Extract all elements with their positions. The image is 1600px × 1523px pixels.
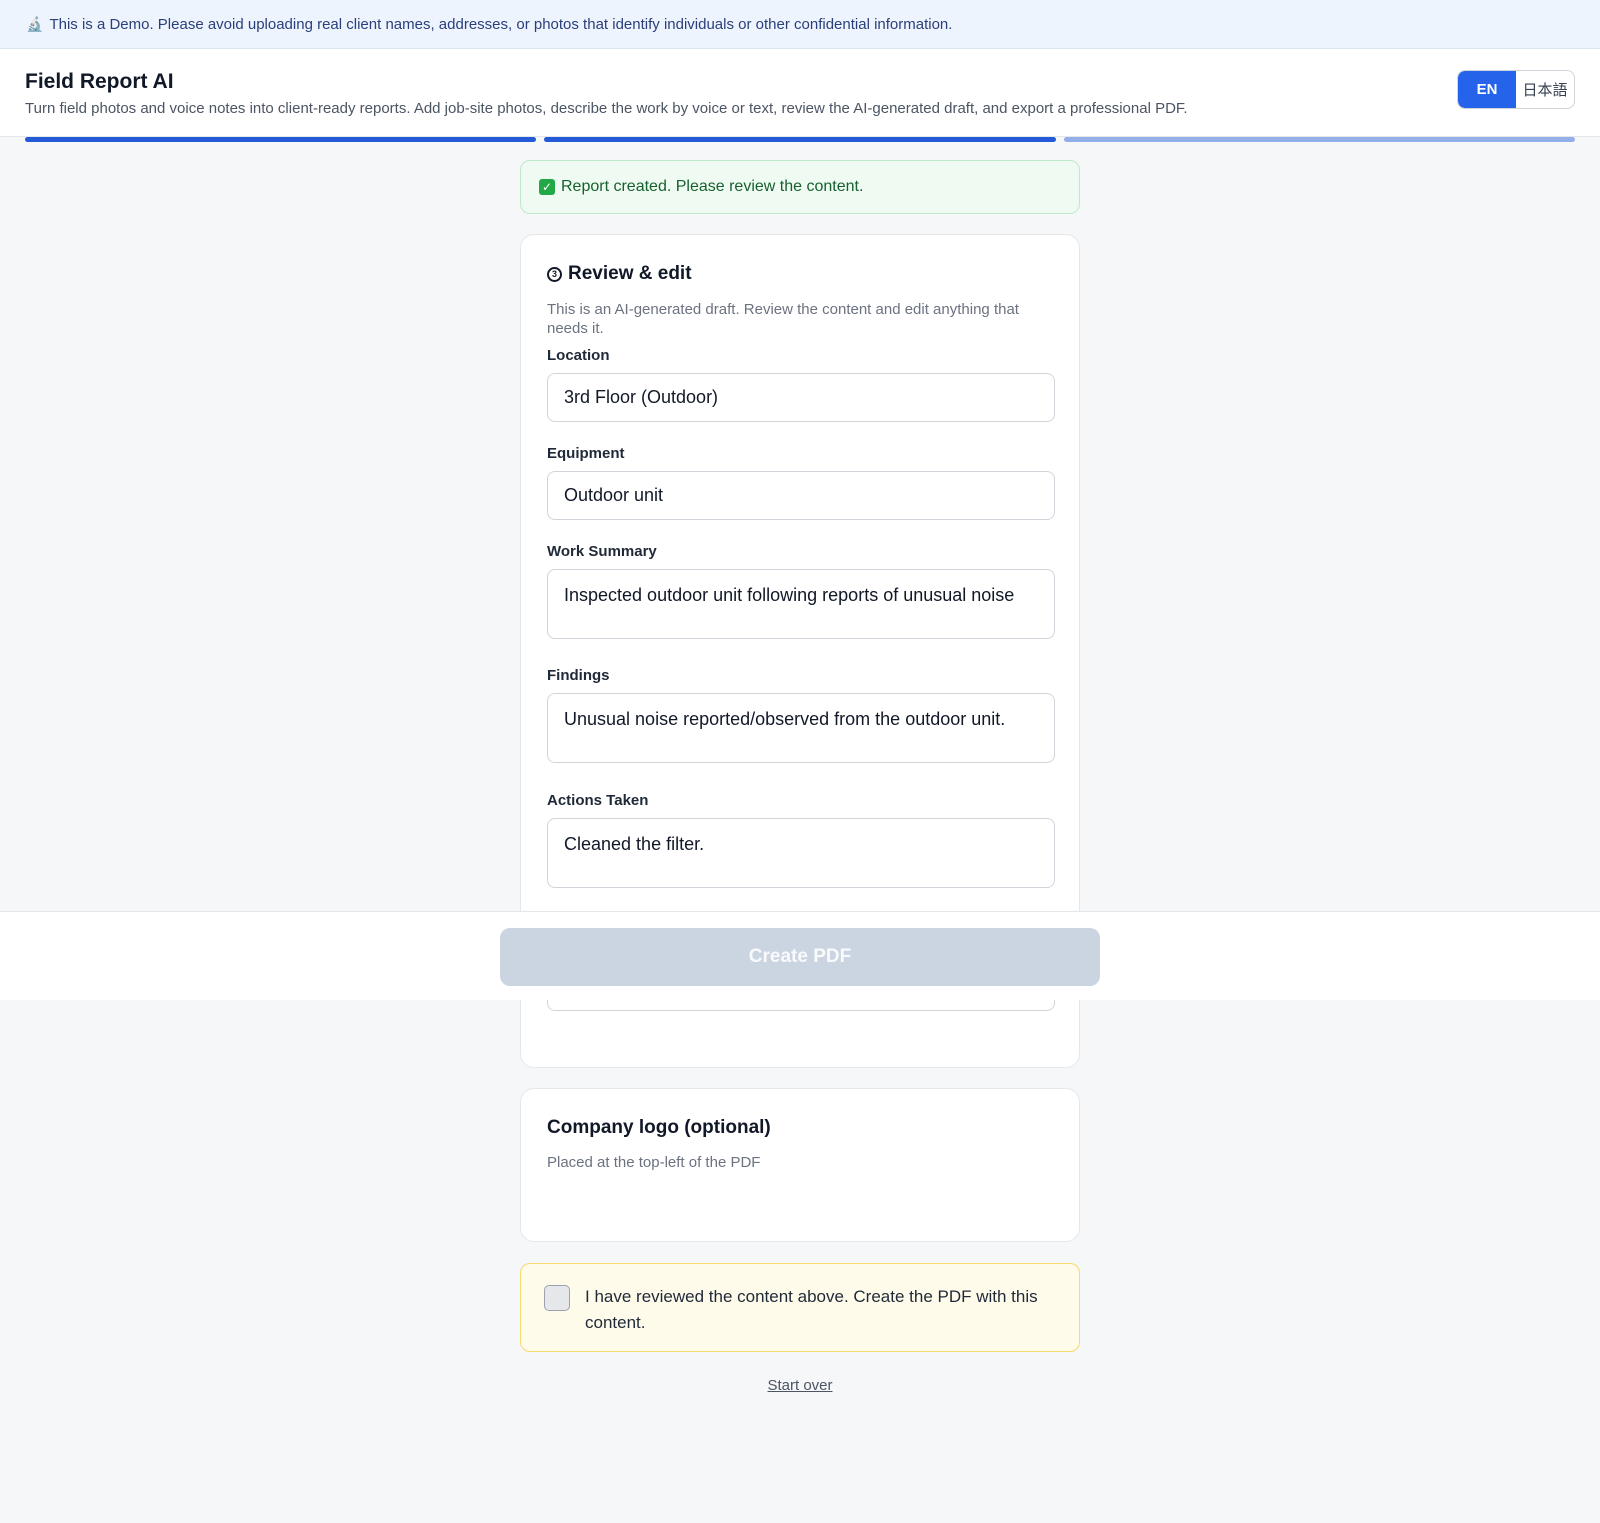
app-title: Field Report AI [25, 70, 174, 93]
findings-textarea[interactable]: Unusual noise reported/observed from the… [547, 693, 1055, 763]
review-description: This is an AI-generated draft. Review th… [547, 301, 1019, 337]
progress-step-2 [544, 137, 1056, 142]
actions-taken-label: Actions Taken [547, 792, 649, 809]
language-option-ja[interactable]: 日本語 [1516, 71, 1574, 108]
create-pdf-button[interactable]: Create PDF [500, 928, 1100, 986]
start-over-link[interactable]: Start over [700, 1377, 900, 1394]
review-confirmation: I have reviewed the content above. Creat… [520, 1263, 1080, 1352]
progress-step-3 [1064, 137, 1575, 142]
app-subtitle: Turn field photos and voice notes into c… [25, 100, 1188, 117]
sticky-action-bar: Create PDF [0, 911, 1600, 1000]
language-option-en[interactable]: EN [1458, 71, 1516, 108]
work-summary-label: Work Summary [547, 543, 657, 560]
equipment-input[interactable]: Outdoor unit [547, 471, 1055, 520]
actions-taken-textarea[interactable]: Cleaned the filter. [547, 818, 1055, 888]
review-confirm-label[interactable]: I have reviewed the content above. Creat… [585, 1284, 1055, 1336]
work-summary-textarea[interactable]: Inspected outdoor unit following reports… [547, 569, 1055, 639]
equipment-label: Equipment [547, 445, 625, 462]
review-title: 3 Review & edit [547, 263, 692, 285]
review-title-text: Review & edit [568, 263, 692, 284]
app-header: Field Report AI Turn field photos and vo… [0, 49, 1600, 137]
language-switch: EN 日本語 [1457, 70, 1575, 109]
check-icon: ✓ [539, 179, 555, 195]
location-input[interactable]: 3rd Floor (Outdoor) [547, 373, 1055, 422]
company-logo-title: Company logo (optional) [547, 1117, 771, 1138]
company-logo-description: Placed at the top-left of the PDF [547, 1154, 761, 1171]
location-label: Location [547, 347, 610, 364]
findings-label: Findings [547, 667, 610, 684]
review-confirm-checkbox[interactable] [544, 1285, 570, 1311]
progress-step-1 [25, 137, 536, 142]
demo-banner-text: This is a Demo. Please avoid uploading r… [49, 15, 953, 33]
success-alert: ✓ Report created. Please review the cont… [520, 160, 1080, 214]
company-logo-card: Company logo (optional) Placed at the to… [520, 1088, 1080, 1242]
circled-3-icon: 3 [547, 266, 562, 282]
microscope-icon: 🔬 [26, 15, 44, 32]
success-alert-text: Report created. Please review the conten… [561, 178, 864, 195]
demo-banner: 🔬 This is a Demo. Please avoid uploading… [0, 0, 1600, 49]
